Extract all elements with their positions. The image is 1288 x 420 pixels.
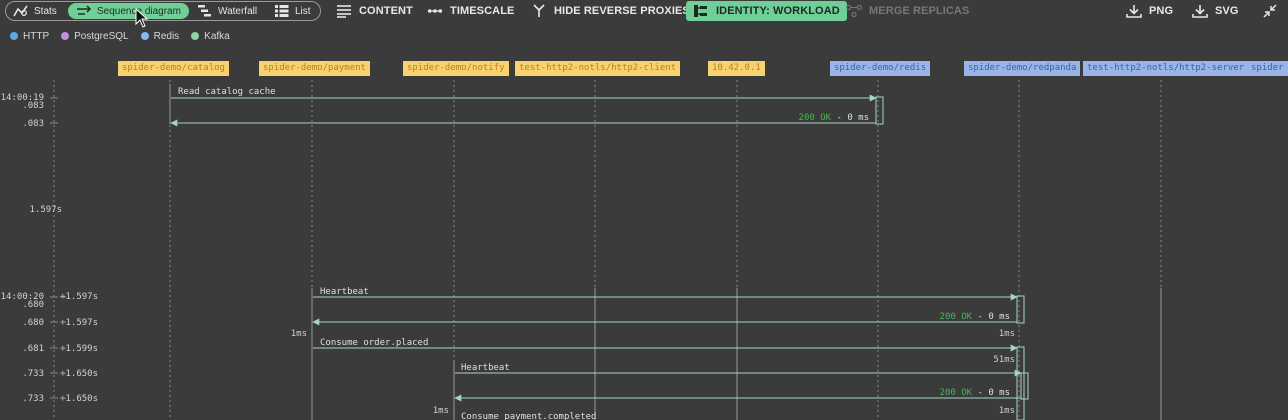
time-label: .083 [22, 119, 44, 129]
time-label: .733 [22, 394, 44, 404]
response-label[interactable]: 200 OK - 0 ms [940, 312, 1010, 322]
time-label: .680 [22, 318, 44, 328]
relative-time-label: +1.597s [60, 318, 98, 328]
response-label[interactable]: 200 OK - 0 ms [799, 113, 869, 123]
activation-box [875, 96, 884, 125]
response-label[interactable]: 200 OK - 0 ms [940, 388, 1010, 398]
status-sep: - [972, 312, 988, 322]
time-ticks [50, 97, 58, 399]
message-label[interactable]: Read catalog cache [178, 87, 276, 97]
activation-box [1016, 295, 1025, 324]
sequence-diagram: 14:00:19 .083 .083 1.597s 14:00:20 +1.59… [1, 80, 1162, 420]
gap-label: 51ms [993, 355, 1015, 365]
status-ok: 200 OK [940, 312, 973, 322]
status-ok: 200 OK [940, 388, 973, 398]
gap-label: 1ms [433, 406, 449, 416]
time-label: .680 [22, 300, 44, 310]
lifelines [53, 80, 1162, 420]
gap-label: 1ms [291, 329, 307, 339]
time-label: .083 [22, 101, 44, 111]
relative-time-label: +1.650s [60, 369, 98, 379]
message-label[interactable]: Heartbeat [461, 363, 510, 373]
gap-label: 1ms [999, 406, 1015, 416]
status-sep: - [972, 388, 988, 398]
message-label[interactable]: Consume order.placed [320, 338, 428, 348]
message-label[interactable]: Consume payment.completed [461, 412, 596, 420]
status-duration: 0 ms [988, 312, 1010, 322]
status-duration: 0 ms [847, 113, 869, 123]
time-label: .681 [22, 344, 44, 354]
gap-time-label: 1.597s [29, 205, 62, 215]
status-duration: 0 ms [988, 388, 1010, 398]
relative-time-label: +1.650s [60, 394, 98, 404]
time-label: .733 [22, 369, 44, 379]
relative-time-label: +1.599s [60, 344, 98, 354]
gap-label: 1ms [999, 329, 1015, 339]
status-sep: - [831, 113, 847, 123]
status-ok: 200 OK [799, 113, 832, 123]
message-label[interactable]: Heartbeat [320, 287, 369, 297]
